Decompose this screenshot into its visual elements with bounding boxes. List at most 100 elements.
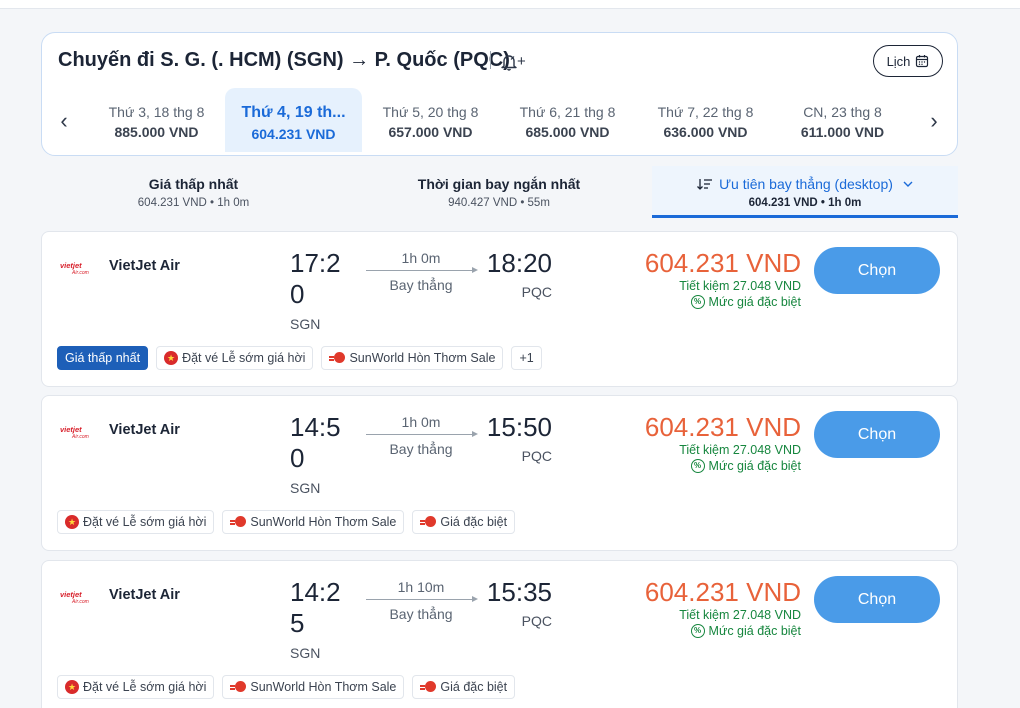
- vietnam-flag-icon: ★: [65, 680, 79, 694]
- route-title: Chuyến đi S. G. (. HCM) (SGN) → P. Quốc …: [58, 49, 510, 71]
- promo-badge: ★ Đặt vé Lễ sớm giá hời: [156, 346, 314, 370]
- flight-card[interactable]: vietjet Air.com VietJet Air 14:50 SGN 1h…: [41, 395, 958, 551]
- cheapest-badge: Giá thấp nhất: [57, 346, 149, 370]
- percent-icon: %: [690, 624, 705, 638]
- flash-sale-clock-icon: [420, 515, 437, 529]
- stops-label: Bay thẳng: [389, 441, 453, 457]
- special-fare-label: Mức giá đặc biệt: [708, 624, 801, 638]
- route-arrow-icon: [366, 596, 478, 602]
- svg-text:vietjet: vietjet: [60, 590, 82, 599]
- date-tab-selected[interactable]: Thứ 4, 19 th... 604.231 VND: [225, 88, 362, 152]
- promo-badge: ★ Đặt vé Lễ sớm giá hời: [57, 675, 215, 699]
- search-header-card: Chuyến đi S. G. (. HCM) (SGN) → P. Quốc …: [41, 32, 958, 156]
- flash-sale-clock-icon: [230, 680, 247, 694]
- sort-tab-cheapest[interactable]: Giá thấp nhất 604.231 VND • 1h 0m: [41, 166, 346, 218]
- date-tab-price: 657.000 VND: [388, 124, 473, 140]
- sort-options-bar: Giá thấp nhất 604.231 VND • 1h 0m Thời g…: [41, 166, 958, 218]
- svg-text:vietjet: vietjet: [60, 261, 82, 270]
- vietjet-logo-icon: vietjet Air.com: [60, 425, 89, 440]
- arrival-airport: PQC: [521, 284, 552, 300]
- departure-time: 14:25: [290, 577, 341, 638]
- date-tab-price: 685.000 VND: [525, 124, 610, 140]
- calendar-button-label: Lịch: [886, 53, 911, 69]
- date-tab-date: Thứ 6, 21 thg 8: [519, 104, 616, 120]
- promo-badge: ★ Đặt vé Lễ sớm giá hời: [57, 510, 215, 534]
- choose-flight-button[interactable]: Chọn: [814, 576, 940, 623]
- stops-label: Bay thẳng: [389, 277, 453, 293]
- route-arrow-icon: [366, 431, 478, 437]
- top-bar: [0, 0, 1020, 9]
- special-fare: % Mức giá đặc biệt: [690, 459, 801, 473]
- svg-text:vietjet: vietjet: [60, 425, 82, 434]
- date-tab[interactable]: Thứ 5, 20 thg 8 657.000 VND: [362, 88, 499, 152]
- special-fare-label: Mức giá đặc biệt: [708, 459, 801, 473]
- savings-text: Tiết kiệm 27.048 VND: [679, 443, 801, 457]
- sort-tab-shortest[interactable]: Thời gian bay ngắn nhất 940.427 VND • 55…: [346, 166, 652, 218]
- arrival-time: 15:50: [486, 412, 552, 442]
- flight-duration: 1h 10m: [397, 579, 445, 595]
- airline-name: VietJet Air: [109, 258, 180, 274]
- choose-flight-button[interactable]: Chọn: [814, 247, 940, 294]
- date-tab[interactable]: Thứ 6, 21 thg 8 685.000 VND: [499, 88, 636, 152]
- promo-badges: ★ Đặt vé Lễ sớm giá hời SunWorld Hòn Thơm…: [57, 510, 516, 534]
- promo-badge: SunWorld Hòn Thơm Sale: [222, 510, 405, 534]
- stops-label: Bay thẳng: [389, 606, 453, 622]
- svg-text:Air.com: Air.com: [71, 434, 89, 440]
- arrival-time: 18:20: [486, 248, 552, 278]
- arrival-time: 15:35: [486, 577, 552, 607]
- departure-airport: SGN: [290, 316, 321, 332]
- special-fare: % Mức giá đặc biệt: [690, 624, 801, 638]
- date-tab[interactable]: Thứ 7, 22 thg 8 636.000 VND: [637, 88, 774, 152]
- date-tab[interactable]: CN, 23 thg 8 611.000 VND: [774, 88, 911, 152]
- choose-flight-button[interactable]: Chọn: [814, 411, 940, 458]
- more-badges-button[interactable]: +1: [511, 346, 542, 370]
- prev-date-arrow-icon[interactable]: ‹: [54, 110, 74, 132]
- percent-icon: %: [690, 295, 705, 309]
- arrival-airport: PQC: [521, 448, 552, 464]
- promo-badge: SunWorld Hòn Thơm Sale: [321, 346, 504, 370]
- date-tab[interactable]: Thứ 3, 18 thg 8 885.000 VND: [88, 88, 225, 152]
- calendar-icon: [916, 55, 929, 68]
- sort-tab-direct-priority[interactable]: Ưu tiên bay thẳng (desktop) 604.231 VND …: [652, 166, 958, 218]
- flight-card[interactable]: vietjet Air.com VietJet Air 14:25 SGN 1h…: [41, 560, 958, 708]
- flight-duration: 1h 0m: [401, 414, 441, 430]
- airline-name: VietJet Air: [109, 422, 180, 438]
- special-fare-label: Mức giá đặc biệt: [708, 295, 801, 309]
- price-alert-bell-icon[interactable]: +: [500, 52, 530, 72]
- departure-airport: SGN: [290, 480, 321, 496]
- promo-badges: Giá thấp nhất ★ Đặt vé Lễ sớm giá hời Sun…: [57, 346, 542, 370]
- date-tab-price: 611.000 VND: [800, 124, 885, 140]
- sort-tab-summary: 940.427 VND • 55m: [448, 197, 550, 209]
- flash-sale-clock-icon: [230, 515, 247, 529]
- flash-sale-clock-icon: [420, 680, 437, 694]
- sort-tab-summary: 604.231 VND • 1h 0m: [748, 197, 862, 209]
- date-tab-price: 604.231 VND: [251, 126, 336, 142]
- next-date-arrow-icon[interactable]: ›: [924, 110, 944, 132]
- airline-name: VietJet Air: [109, 587, 180, 603]
- date-tab-date: Thứ 7, 22 thg 8: [657, 104, 754, 120]
- arrival-airport: PQC: [521, 613, 552, 629]
- vietjet-logo-icon: vietjet Air.com: [60, 261, 89, 276]
- date-tab-date: CN, 23 thg 8: [803, 104, 882, 120]
- sort-icon: [697, 179, 713, 190]
- title-divider: [490, 51, 491, 69]
- special-fare: % Mức giá đặc biệt: [690, 295, 801, 309]
- departure-airport: SGN: [290, 645, 321, 661]
- flight-price: 604.231 VND: [644, 577, 801, 607]
- flight-price: 604.231 VND: [644, 412, 801, 442]
- sort-tab-title: Thời gian bay ngắn nhất: [417, 176, 581, 192]
- promo-badge: SunWorld Hòn Thơm Sale: [222, 675, 405, 699]
- date-tab-price: 885.000 VND: [114, 124, 199, 140]
- svg-text:Air.com: Air.com: [71, 599, 89, 605]
- percent-icon: %: [690, 459, 705, 473]
- alert-plus-label: +: [517, 53, 526, 70]
- calendar-button[interactable]: Lịch: [873, 45, 943, 77]
- flight-price: 604.231 VND: [644, 248, 801, 278]
- flight-duration: 1h 0m: [401, 250, 441, 266]
- departure-time: 14:50: [290, 412, 341, 473]
- date-tab-date: Thứ 5, 20 thg 8: [382, 104, 479, 120]
- date-tab-date: Thứ 3, 18 thg 8: [108, 104, 205, 120]
- date-tab-price: 636.000 VND: [663, 124, 748, 140]
- flight-card[interactable]: vietjet Air.com VietJet Air 17:20 SGN 1h…: [41, 231, 958, 387]
- promo-badges: ★ Đặt vé Lễ sớm giá hời SunWorld Hòn Thơm…: [57, 675, 516, 699]
